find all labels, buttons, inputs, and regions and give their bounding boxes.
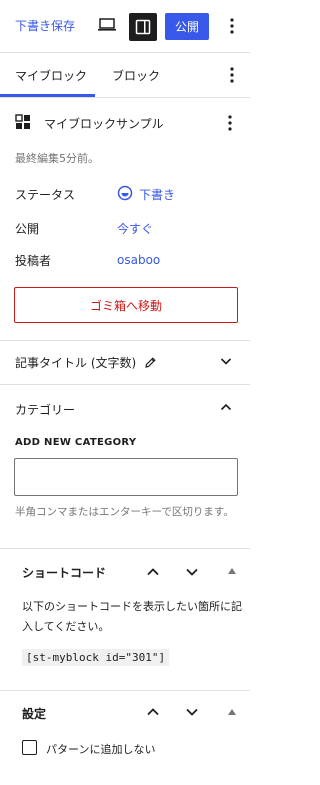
tab-block[interactable]: ブロック [112,67,160,84]
category-help-text: 半角コンマまたはエンターキーで区切ります。 [15,506,234,518]
shortcode-box-title: ショートコード [22,566,107,580]
divider [0,690,250,691]
pencil-icon [145,357,156,368]
tab-my-block[interactable]: マイブロック [15,67,87,84]
shortcode-text: [st-myblock id="301"] [22,649,170,666]
publish-label: 公開 [15,222,40,236]
move-down-icon[interactable] [183,703,201,721]
panel-options-icon[interactable] [222,63,242,87]
add-to-pattern-checkbox[interactable] [22,740,37,755]
divider [0,548,250,549]
category-panel-title[interactable]: カテゴリー [15,401,75,418]
shortcode-description: 以下のショートコードを表示したい箇所に記入してください。 [22,600,242,633]
status-label: ステータス [15,188,76,202]
new-category-input[interactable] [14,458,238,496]
last-edited-text: 最終編集5分前。 [15,152,99,165]
collapse-toggle-icon[interactable] [227,707,237,717]
chevron-down-icon[interactable] [218,353,234,369]
publish-button[interactable]: 公開 [165,13,209,40]
block-options-icon[interactable] [220,111,240,135]
options-menu-icon[interactable] [222,14,242,38]
block-grid-icon [14,113,32,131]
title-count-panel-toggle[interactable]: 記事タイトル (文字数) [15,354,157,371]
save-draft-button[interactable]: 下書き保存 [15,17,75,34]
chevron-up-icon[interactable] [218,399,234,415]
desktop-preview-icon[interactable] [96,14,118,36]
draft-status-icon [117,185,133,201]
add-new-category-label: ADD NEW CATEGORY [15,437,137,448]
title-count-panel-title: 記事タイトル (文字数) [15,356,137,370]
move-up-icon[interactable] [144,563,162,581]
block-title: マイブロックサンプル [44,117,164,131]
author-label: 投稿者 [15,254,52,268]
move-to-trash-button[interactable]: ゴミ箱へ移動 [14,287,238,323]
add-to-pattern-label[interactable]: パターンに追加しない [46,741,155,757]
divider [0,384,250,385]
collapse-toggle-icon[interactable] [227,566,237,576]
publish-date-link[interactable]: 今すぐ [117,220,153,237]
editor-header: 下書き保存 公開 [0,0,250,52]
move-up-icon[interactable] [144,703,162,721]
status-value-link[interactable]: 下書き [139,186,175,203]
divider [0,52,250,53]
divider [0,340,250,341]
settings-sidebar-toggle-icon[interactable] [129,13,157,41]
author-link[interactable]: osaboo [117,253,160,267]
divider [0,97,250,98]
settings-box-title: 設定 [22,707,47,721]
move-down-icon[interactable] [183,563,201,581]
